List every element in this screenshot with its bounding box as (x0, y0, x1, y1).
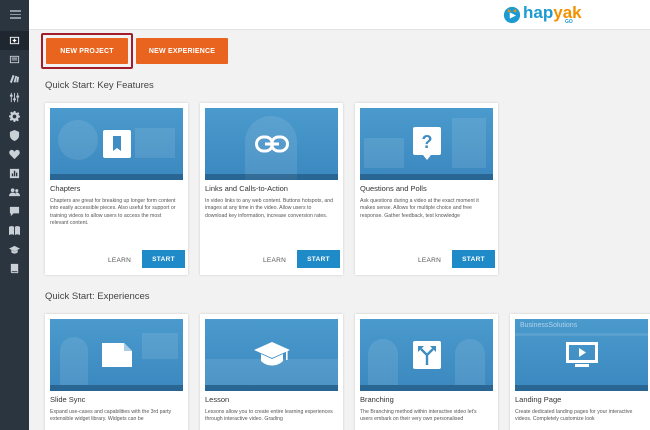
key-features-title: Quick Start: Key Features (45, 80, 154, 91)
sidebar-item-create[interactable] (0, 31, 29, 50)
chat-icon (9, 206, 20, 217)
card-title: Branching (360, 395, 394, 404)
card-description: In video links to any web content. Butto… (205, 198, 334, 219)
sidebar-item-security[interactable] (0, 126, 29, 145)
feature-card-links: Links and Calls-to-Action In video links… (200, 103, 343, 275)
start-button[interactable]: START (297, 250, 340, 268)
slide-icon (101, 343, 132, 367)
experience-card-slide-sync: Slide Sync Expand use-cases and capabili… (45, 314, 188, 430)
gear-icon (9, 111, 20, 122)
sidebar-item-docs[interactable] (0, 259, 29, 278)
learn-link[interactable]: LEARN (263, 257, 286, 264)
question-icon: ? (412, 127, 441, 160)
link-icon (254, 135, 289, 153)
card-description: Chapters are great for breaking up longe… (50, 198, 176, 227)
sidebar-item-training[interactable] (0, 240, 29, 259)
card-title: Slide Sync (50, 395, 86, 404)
sidebar-item-analytics[interactable] (0, 164, 29, 183)
sidebar-item-chat[interactable] (0, 202, 29, 221)
card-thumbnail[interactable] (50, 319, 183, 391)
logo-text-hap: hap (523, 3, 554, 22)
graduation-cap-icon (9, 245, 20, 254)
bookmark-icon (102, 130, 131, 158)
feature-card-questions: ? Questions and Polls Ask questions duri… (355, 103, 498, 275)
experiences-title: Quick Start: Experiences (45, 291, 150, 302)
svg-text:?: ? (421, 132, 432, 152)
heart-icon (9, 149, 20, 160)
card-thumbnail[interactable] (205, 108, 338, 180)
sliders-icon (9, 92, 20, 103)
book-open-icon (9, 226, 20, 236)
library-icon (9, 74, 20, 84)
card-description: Lessons allow you to create entire learn… (205, 409, 333, 423)
sidebar (0, 0, 29, 430)
people-icon (9, 188, 20, 197)
sidebar-item-library[interactable] (0, 69, 29, 88)
card-title: Lesson (205, 395, 230, 404)
monitor-play-icon (565, 342, 598, 367)
card-title: Links and Calls-to-Action (205, 184, 288, 193)
book-icon (10, 263, 19, 274)
learn-link[interactable]: LEARN (418, 257, 441, 264)
sidebar-item-list[interactable] (0, 50, 29, 69)
list-icon (9, 55, 20, 64)
feature-card-chapters: Chapters Chapters are great for breaking… (45, 103, 188, 275)
branch-arrows-icon (412, 341, 441, 369)
experience-card-lesson: Lesson Lessons allow you to create entir… (200, 314, 343, 430)
learn-link[interactable]: LEARN (108, 257, 131, 264)
card-thumbnail[interactable] (50, 108, 183, 180)
sidebar-item-sliders[interactable] (0, 88, 29, 107)
card-title: Questions and Polls (360, 184, 427, 193)
card-thumbnail[interactable] (205, 319, 338, 391)
logo-sub: GO (565, 19, 573, 25)
new-project-button[interactable]: NEW PROJECT (46, 38, 128, 64)
card-thumbnail[interactable]: BusinessSolutions (515, 319, 648, 391)
sidebar-item-favorites[interactable] (0, 145, 29, 164)
card-description: The Branching method within interactive … (360, 409, 477, 423)
card-description: Create dedicated landing pages for your … (515, 409, 633, 423)
card-title: Chapters (50, 184, 81, 193)
sidebar-item-people[interactable] (0, 183, 29, 202)
analytics-icon (9, 168, 20, 179)
experience-card-branching: Branching The Branching method within in… (355, 314, 498, 430)
hapyak-logo[interactable]: hapyak GO (503, 4, 582, 26)
card-title: Landing Page (515, 395, 562, 404)
card-thumbnail[interactable]: ? (360, 108, 493, 180)
shield-icon (9, 130, 20, 141)
new-experience-button[interactable]: NEW EXPERIENCE (136, 38, 228, 64)
card-description: Expand use-cases and capabilities with t… (50, 409, 172, 423)
experience-card-landing-page: BusinessSolutions Landing Page Create de… (510, 314, 650, 430)
sidebar-item-settings[interactable] (0, 107, 29, 126)
hapyak-mark-icon (503, 6, 521, 24)
start-button[interactable]: START (142, 250, 185, 268)
card-thumbnail[interactable] (360, 319, 493, 391)
create-project-icon (9, 36, 20, 45)
thumbnail-caption: BusinessSolutions (520, 322, 578, 329)
graduation-cap-icon (253, 342, 290, 366)
top-bar: hapyak GO (29, 0, 650, 30)
hamburger-menu-icon[interactable] (10, 10, 21, 19)
card-description: Ask questions during a video at the exac… (360, 198, 479, 219)
start-button[interactable]: START (452, 250, 495, 268)
sidebar-item-guides[interactable] (0, 221, 29, 240)
